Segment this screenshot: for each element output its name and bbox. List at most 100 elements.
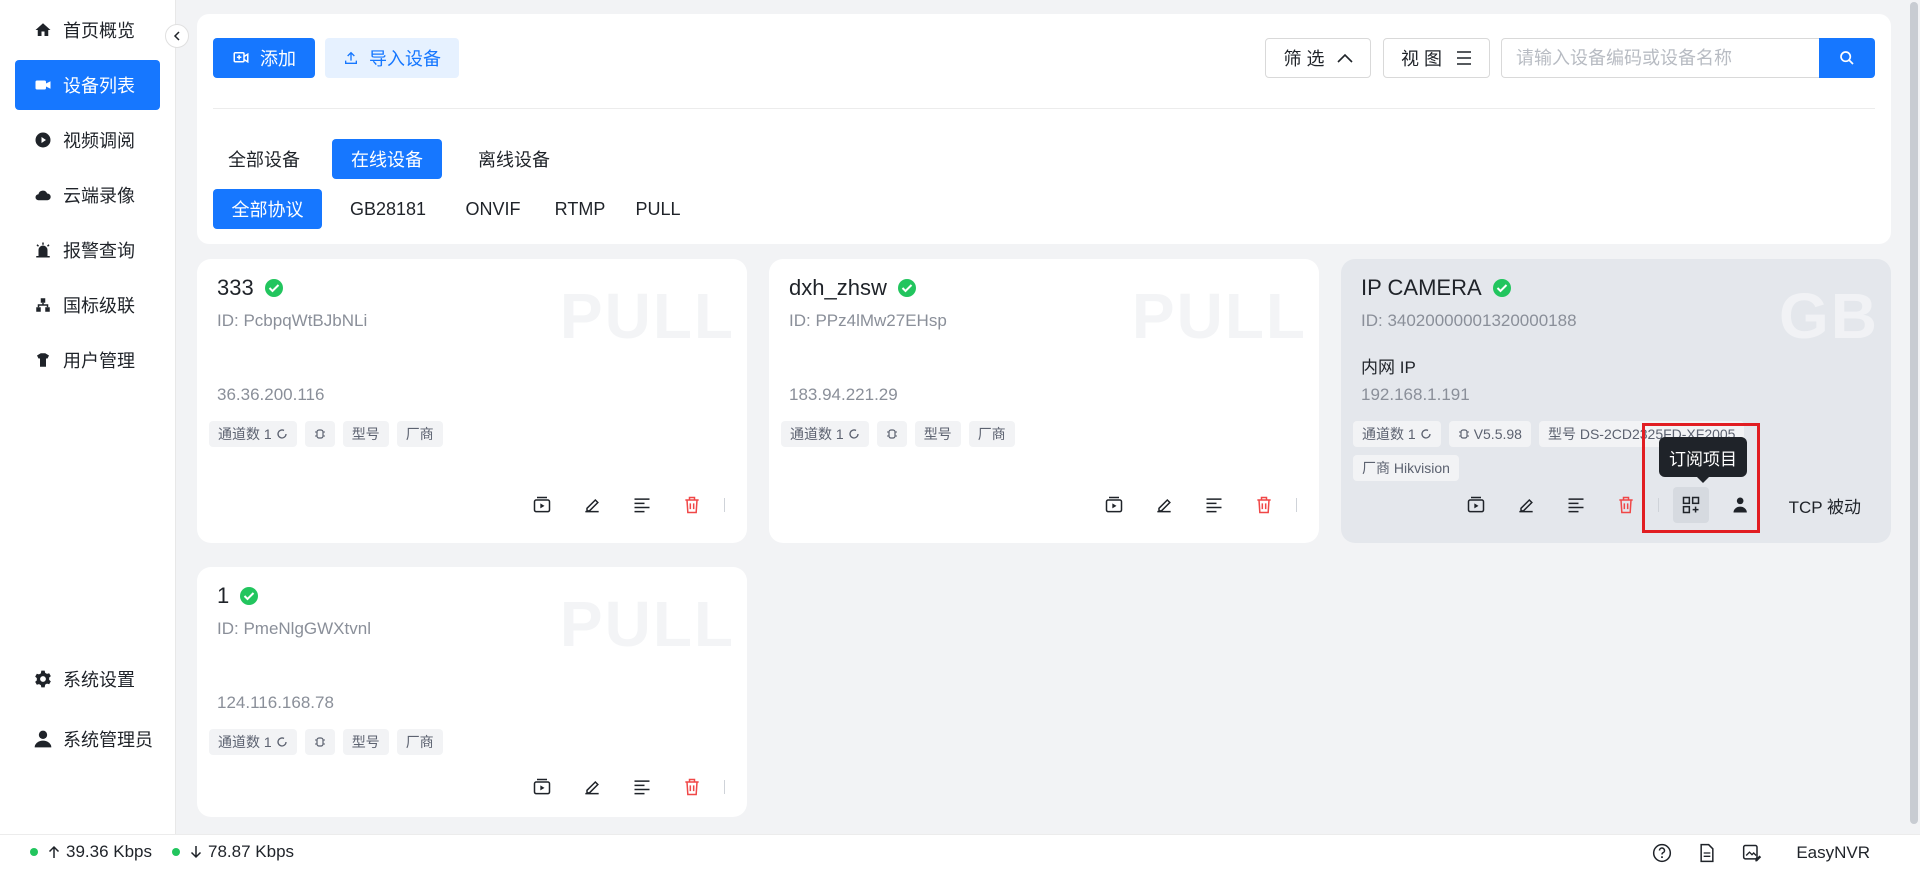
trash-icon xyxy=(1616,495,1636,515)
play-icon xyxy=(33,130,53,150)
sidebar-item-admin[interactable]: 系统管理员 xyxy=(15,714,160,764)
video-play-icon xyxy=(1466,495,1486,515)
device-id: ID: PmeNlgGWXtvnl xyxy=(217,619,371,638)
image-edit-icon[interactable] xyxy=(1742,843,1762,863)
device-card[interactable]: PULL dxh_zhsw ID: PPz4lMw27EHsp 183.94.2… xyxy=(769,259,1319,543)
arrow-down-icon xyxy=(190,845,202,859)
edit-button[interactable] xyxy=(1146,487,1182,523)
view-button[interactable]: 视 图 xyxy=(1383,38,1490,78)
online-check-icon xyxy=(897,278,917,298)
sidebar-item-devices[interactable]: 设备列表 xyxy=(15,60,160,110)
filter-button[interactable]: 筛 选 xyxy=(1265,38,1371,78)
tab-all-protocols[interactable]: 全部协议 xyxy=(213,189,322,229)
video-play-icon xyxy=(1104,495,1124,515)
device-card[interactable]: GB IP CAMERA ID: 34020000001320000188 内网… xyxy=(1341,259,1891,543)
play-video-button[interactable] xyxy=(1458,487,1494,523)
tab-label: RTMP xyxy=(554,198,606,219)
cloud-icon xyxy=(33,185,53,205)
lan-ip-label: 内网 IP xyxy=(1361,358,1416,377)
device-id: ID: PPz4lMw27EHsp xyxy=(789,311,947,330)
import-device-button[interactable]: 导入设备 xyxy=(325,38,459,78)
sidebar-item-settings[interactable]: 系统设置 xyxy=(15,654,160,704)
sidebar-item-cloud[interactable]: 云端录像 xyxy=(15,170,160,220)
help-icon[interactable] xyxy=(1652,843,1672,863)
play-video-button[interactable] xyxy=(524,769,560,805)
download-rate-value: 78.87 Kbps xyxy=(208,842,295,861)
status-dot xyxy=(172,848,181,856)
transport-mode[interactable]: TCP 被动 xyxy=(1789,493,1861,518)
chip-icon xyxy=(314,428,326,440)
device-card[interactable]: PULL 1 ID: PmeNlgGWXtvnl 124.116.168.78 … xyxy=(197,567,747,817)
sidebar: 首页概览 设备列表 视频调阅 云端录像 报警查询 国标级联 用户管理 系统设置 … xyxy=(0,0,176,869)
device-ip: 192.168.1.191 xyxy=(1361,385,1470,404)
delete-button[interactable] xyxy=(674,769,710,805)
delete-button[interactable] xyxy=(1608,487,1644,523)
vendor-tag: 厂商 xyxy=(968,421,1015,447)
tab-rtmp[interactable]: RTMP xyxy=(547,189,613,229)
delete-button[interactable] xyxy=(674,487,710,523)
refresh-icon xyxy=(276,736,288,748)
device-tags: 通道数 1 型号 厂商 xyxy=(781,421,1201,447)
search-icon xyxy=(1839,50,1855,66)
edit-icon xyxy=(1154,495,1174,515)
tab-online-devices[interactable]: 在线设备 xyxy=(332,139,442,179)
sidebar-item-label: 云端录像 xyxy=(63,186,135,206)
device-card[interactable]: PULL 333 ID: PcbpqWtBJbNLi 36.36.200.116… xyxy=(197,259,747,543)
list-icon xyxy=(1204,495,1224,515)
vendor-tag: 厂商 xyxy=(396,421,443,447)
play-video-button[interactable] xyxy=(524,487,560,523)
search-input[interactable] xyxy=(1501,38,1819,78)
tab-onvif[interactable]: ONVIF xyxy=(455,189,531,229)
firmware-tag xyxy=(304,421,335,447)
list-icon xyxy=(632,495,652,515)
device-name: dxh_zhsw xyxy=(789,275,887,300)
firmware-tag xyxy=(304,729,335,755)
online-check-icon xyxy=(1492,278,1512,298)
tab-offline-devices[interactable]: 离线设备 xyxy=(459,139,569,179)
details-button[interactable] xyxy=(1196,487,1232,523)
sidebar-item-home[interactable]: 首页概览 xyxy=(15,5,160,55)
edit-button[interactable] xyxy=(574,769,610,805)
document-icon[interactable] xyxy=(1698,843,1716,863)
refresh-icon xyxy=(276,428,288,440)
details-button[interactable] xyxy=(624,487,660,523)
sidebar-item-label: 报警查询 xyxy=(63,241,135,261)
protocol-watermark: PULL xyxy=(559,280,735,352)
sidebar-item-label: 设备列表 xyxy=(63,76,135,96)
trash-icon xyxy=(682,777,702,797)
device-id: ID: 34020000001320000188 xyxy=(1361,311,1577,330)
users-icon xyxy=(33,350,53,370)
collapse-sidebar-button[interactable] xyxy=(165,24,189,48)
sidebar-item-users[interactable]: 用户管理 xyxy=(15,335,160,385)
sidebar-item-video[interactable]: 视频调阅 xyxy=(15,115,160,165)
model-tag: 型号 xyxy=(342,421,389,447)
tab-gb28181[interactable]: GB28181 xyxy=(337,189,439,229)
tab-label: ONVIF xyxy=(465,198,521,219)
tab-all-devices[interactable]: 全部设备 xyxy=(213,139,315,179)
action-separator xyxy=(724,780,725,794)
sidebar-item-cascade[interactable]: 国标级联 xyxy=(15,280,160,330)
add-device-label: 添加 xyxy=(260,49,296,69)
play-video-button[interactable] xyxy=(1096,487,1132,523)
edit-icon xyxy=(1516,495,1536,515)
scrollbar-thumb[interactable] xyxy=(1910,2,1918,824)
chevron-up-icon xyxy=(1336,53,1353,63)
details-button[interactable] xyxy=(624,769,660,805)
alarm-icon xyxy=(33,240,53,260)
online-check-icon xyxy=(239,586,259,606)
action-separator xyxy=(1657,498,1659,512)
edit-button[interactable] xyxy=(574,487,610,523)
subscribe-button[interactable] xyxy=(1672,487,1709,523)
user-bind-button[interactable] xyxy=(1723,487,1759,523)
tab-pull[interactable]: PULL xyxy=(629,189,687,229)
delete-button[interactable] xyxy=(1246,487,1282,523)
sidebar-item-alarm[interactable]: 报警查询 xyxy=(15,225,160,275)
device-name: IP CAMERA xyxy=(1361,275,1482,300)
video-play-icon xyxy=(532,495,552,515)
details-button[interactable] xyxy=(1558,487,1594,523)
search-button[interactable] xyxy=(1819,38,1875,78)
edit-button[interactable] xyxy=(1508,487,1544,523)
add-device-button[interactable]: 添加 xyxy=(213,38,315,78)
brand-name: EasyNVR xyxy=(1796,842,1870,862)
list-icon xyxy=(632,777,652,797)
